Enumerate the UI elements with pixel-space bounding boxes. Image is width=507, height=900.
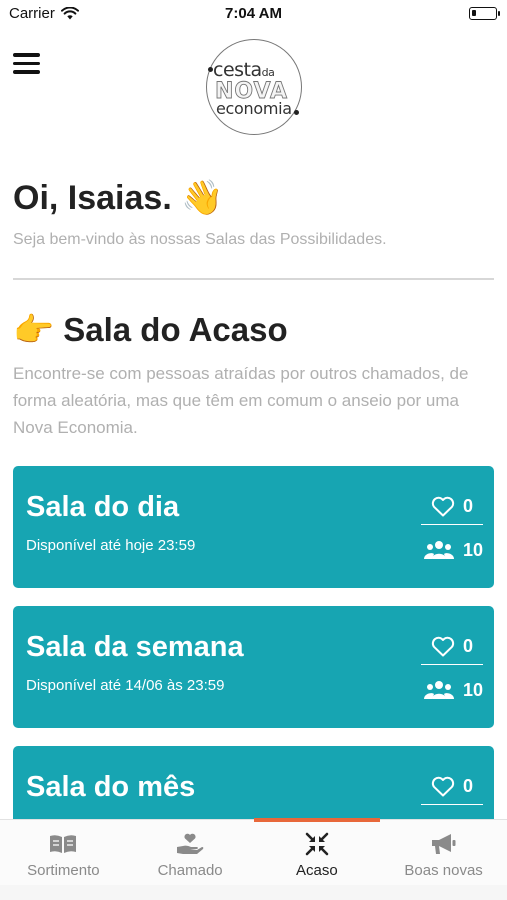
divider bbox=[13, 278, 494, 280]
active-tab-indicator bbox=[253, 818, 381, 822]
room-title: Sala do dia bbox=[26, 491, 180, 523]
status-bar: Carrier 7:04 AM bbox=[0, 0, 507, 28]
room-card-week[interactable]: Sala da semana Disponível até 14/06 às 2… bbox=[13, 606, 494, 728]
room-members: 10 bbox=[421, 676, 483, 704]
users-icon bbox=[423, 541, 454, 559]
heart-icon bbox=[431, 636, 455, 657]
home-indicator-area bbox=[0, 885, 507, 900]
megaphone-icon bbox=[431, 834, 456, 854]
bottom-tab-bar: Sortimento Chamado Acaso Boas novas bbox=[0, 818, 507, 885]
section-title: 👉 Sala do Acaso bbox=[13, 311, 288, 348]
room-card-day[interactable]: Sala do dia Disponível até hoje 23:59 0 … bbox=[13, 466, 494, 588]
members-count: 10 bbox=[462, 539, 483, 560]
members-count: 10 bbox=[462, 679, 483, 700]
tab-sortimento[interactable]: Sortimento bbox=[0, 820, 127, 885]
battery-icon bbox=[469, 7, 500, 20]
heart-icon bbox=[431, 776, 455, 797]
room-likes[interactable]: 0 bbox=[421, 629, 483, 665]
heart-icon bbox=[431, 496, 455, 517]
likes-count: 0 bbox=[462, 636, 473, 656]
section-description: Encontre-se com pessoas atraídas por out… bbox=[13, 364, 469, 437]
likes-count: 0 bbox=[462, 776, 473, 796]
room-availability: Disponível até hoje 23:59 bbox=[26, 537, 196, 554]
hand-heart-icon bbox=[177, 833, 204, 854]
book-open-icon bbox=[50, 835, 77, 853]
greeting-title: Oi, Isaias. 👋 bbox=[13, 179, 224, 217]
likes-count: 0 bbox=[462, 496, 473, 516]
compress-arrows-icon bbox=[305, 832, 329, 856]
tab-label: Chamado bbox=[157, 862, 223, 879]
tab-boas-novas[interactable]: Boas novas bbox=[380, 820, 507, 885]
tab-label: Acaso bbox=[296, 862, 338, 879]
greeting-subtitle: Seja bem-vindo às nossas Salas das Possi… bbox=[13, 231, 387, 248]
tab-label: Boas novas bbox=[404, 862, 483, 879]
room-likes[interactable]: 0 bbox=[421, 489, 483, 525]
cesta-da-nova-economia-logo: cestada NOVA economia bbox=[206, 39, 302, 135]
room-title: Sala do mês bbox=[26, 771, 196, 803]
hamburger-menu-button[interactable] bbox=[13, 53, 40, 75]
room-likes[interactable]: 0 bbox=[421, 769, 483, 805]
room-title: Sala da semana bbox=[26, 631, 244, 663]
room-availability: Disponível até 14/06 às 23:59 bbox=[26, 677, 225, 694]
tab-label: Sortimento bbox=[27, 862, 100, 879]
room-members: 10 bbox=[421, 536, 483, 564]
tab-acaso[interactable]: Acaso bbox=[253, 818, 381, 885]
status-time: 7:04 AM bbox=[225, 5, 282, 22]
tab-chamado[interactable]: Chamado bbox=[127, 820, 254, 885]
users-icon bbox=[423, 681, 454, 699]
